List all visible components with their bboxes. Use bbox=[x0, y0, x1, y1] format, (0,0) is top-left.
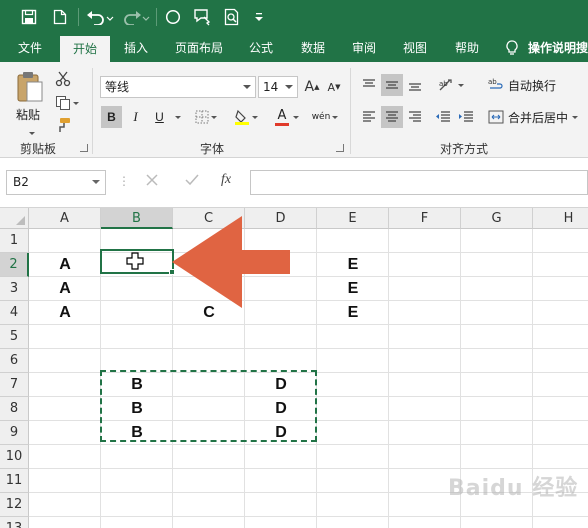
row-header-3[interactable]: 3 bbox=[0, 277, 29, 301]
new-file-icon[interactable] bbox=[48, 5, 72, 29]
column-header-e[interactable]: E bbox=[317, 208, 389, 229]
cell-a4[interactable]: A bbox=[29, 301, 101, 325]
font-size-select[interactable]: 14 bbox=[258, 76, 298, 98]
font-color-dropdown-icon[interactable] bbox=[290, 106, 300, 128]
increase-indent-icon[interactable] bbox=[455, 106, 477, 128]
name-box-value: B2 bbox=[13, 175, 29, 189]
svg-text:ab: ab bbox=[439, 80, 448, 88]
cancel-icon[interactable] bbox=[145, 173, 159, 190]
formula-bar: B2 ⋮ fx bbox=[0, 158, 588, 208]
row-header-2[interactable]: 2 bbox=[0, 253, 29, 277]
cut-icon[interactable] bbox=[52, 68, 74, 90]
align-bottom-icon[interactable] bbox=[404, 74, 426, 96]
undo-icon[interactable] bbox=[84, 5, 116, 29]
cell-e4[interactable]: E bbox=[317, 301, 389, 325]
tab-review[interactable]: 审阅 bbox=[343, 34, 385, 62]
font-launcher-icon[interactable] bbox=[336, 144, 344, 152]
phonetic-button[interactable]: wén bbox=[308, 106, 342, 128]
row-header-13[interactable]: 13 bbox=[0, 517, 29, 528]
row-header-5[interactable]: 5 bbox=[0, 325, 29, 349]
alignment-group-label: 对齐方式 bbox=[440, 142, 489, 156]
row-header-10[interactable]: 10 bbox=[0, 445, 29, 469]
paste-label[interactable]: 粘贴 bbox=[16, 106, 40, 123]
column-header-f[interactable]: F bbox=[389, 208, 461, 229]
copy-icon[interactable] bbox=[52, 92, 82, 114]
select-all-button[interactable] bbox=[0, 208, 29, 229]
cell-e3[interactable]: E bbox=[317, 277, 389, 301]
lightbulb-icon[interactable] bbox=[505, 40, 519, 59]
tab-formulas[interactable]: 公式 bbox=[240, 34, 282, 62]
name-box[interactable]: B2 bbox=[6, 170, 106, 195]
column-header-h[interactable]: H bbox=[533, 208, 588, 229]
row-header-8[interactable]: 8 bbox=[0, 397, 29, 421]
customize-icon[interactable] bbox=[252, 5, 266, 29]
shape-circle-icon[interactable] bbox=[162, 5, 184, 29]
column-header-g[interactable]: G bbox=[461, 208, 533, 229]
clipboard-group-label: 剪贴板 bbox=[20, 142, 57, 156]
svg-text:ab: ab bbox=[488, 78, 497, 86]
row-header-7[interactable]: 7 bbox=[0, 373, 29, 397]
font-size-value: 14 bbox=[263, 80, 279, 94]
paste-icon[interactable] bbox=[12, 68, 48, 106]
align-middle-icon[interactable] bbox=[381, 74, 403, 96]
decrease-indent-icon[interactable] bbox=[432, 106, 454, 128]
ribbon-tabs: 文件 开始 插入 页面布局 公式 数据 审阅 视图 帮助 操作说明搜 bbox=[0, 34, 588, 62]
touch-mode-icon[interactable] bbox=[190, 5, 214, 29]
tab-file[interactable]: 文件 bbox=[10, 34, 50, 62]
tab-page-layout[interactable]: 页面布局 bbox=[166, 34, 232, 62]
cell-a2[interactable]: A bbox=[29, 253, 101, 277]
tab-help[interactable]: 帮助 bbox=[446, 34, 488, 62]
tab-view[interactable]: 视图 bbox=[394, 34, 436, 62]
grow-font-button[interactable]: A ▲ bbox=[302, 76, 322, 98]
copy-marquee bbox=[100, 370, 317, 442]
tab-data[interactable]: 数据 bbox=[292, 34, 334, 62]
cell-e2[interactable]: E bbox=[317, 253, 389, 277]
tab-insert[interactable]: 插入 bbox=[115, 34, 157, 62]
font-name-value: 等线 bbox=[105, 80, 130, 94]
wrap-text-button[interactable]: ab 自动换行 bbox=[488, 74, 564, 96]
align-center-icon[interactable] bbox=[381, 106, 403, 128]
ribbon: 粘贴 剪贴板 等线 14 A ▲ A ▼ B I U A wén 字体 ab a… bbox=[0, 62, 588, 158]
underline-button[interactable]: U bbox=[149, 106, 170, 128]
column-header-b[interactable]: B bbox=[101, 208, 173, 229]
bold-button[interactable]: B bbox=[101, 106, 122, 128]
tell-me-search[interactable]: 操作说明搜 bbox=[528, 34, 588, 62]
save-icon[interactable] bbox=[16, 5, 42, 29]
shrink-font-button[interactable]: A ▼ bbox=[324, 76, 344, 98]
align-right-icon[interactable] bbox=[404, 106, 426, 128]
align-top-icon[interactable] bbox=[358, 74, 380, 96]
redo-icon[interactable] bbox=[120, 5, 152, 29]
row-header-11[interactable]: 11 bbox=[0, 469, 29, 493]
cell-a3[interactable]: A bbox=[29, 277, 101, 301]
merge-center-button[interactable]: 合并后居中 bbox=[488, 106, 584, 128]
row-header-12[interactable]: 12 bbox=[0, 493, 29, 517]
clipboard-launcher-icon[interactable] bbox=[80, 144, 88, 152]
row-header-6[interactable]: 6 bbox=[0, 349, 29, 373]
font-group-label: 字体 bbox=[200, 142, 225, 156]
fill-color-icon[interactable] bbox=[230, 106, 262, 128]
formula-bar-grip-icon: ⋮ bbox=[118, 174, 130, 188]
row-header-1[interactable]: 1 bbox=[0, 229, 29, 253]
border-icon[interactable] bbox=[190, 106, 222, 128]
cell-cursor-icon bbox=[126, 252, 144, 273]
format-painter-icon[interactable] bbox=[52, 114, 74, 136]
pointer-arrow-icon bbox=[170, 214, 292, 313]
row-header-4[interactable]: 4 bbox=[0, 301, 29, 325]
column-header-a[interactable]: A bbox=[29, 208, 101, 229]
paste-dropdown-icon[interactable] bbox=[27, 124, 35, 138]
row-header-9[interactable]: 9 bbox=[0, 421, 29, 445]
italic-button[interactable]: I bbox=[125, 106, 146, 128]
font-name-select[interactable]: 等线 bbox=[100, 76, 256, 98]
insert-function-button[interactable]: fx bbox=[221, 172, 231, 188]
watermark-logo: Baidu 经验 bbox=[448, 476, 579, 501]
formula-input[interactable] bbox=[250, 170, 588, 195]
align-left-icon[interactable] bbox=[358, 106, 380, 128]
underline-dropdown-icon[interactable] bbox=[171, 106, 183, 128]
tab-home[interactable]: 开始 bbox=[60, 36, 110, 62]
quick-access-toolbar bbox=[0, 0, 588, 34]
enter-icon[interactable] bbox=[184, 173, 200, 190]
orientation-icon[interactable]: ab bbox=[434, 74, 468, 96]
print-preview-icon[interactable] bbox=[220, 5, 244, 29]
